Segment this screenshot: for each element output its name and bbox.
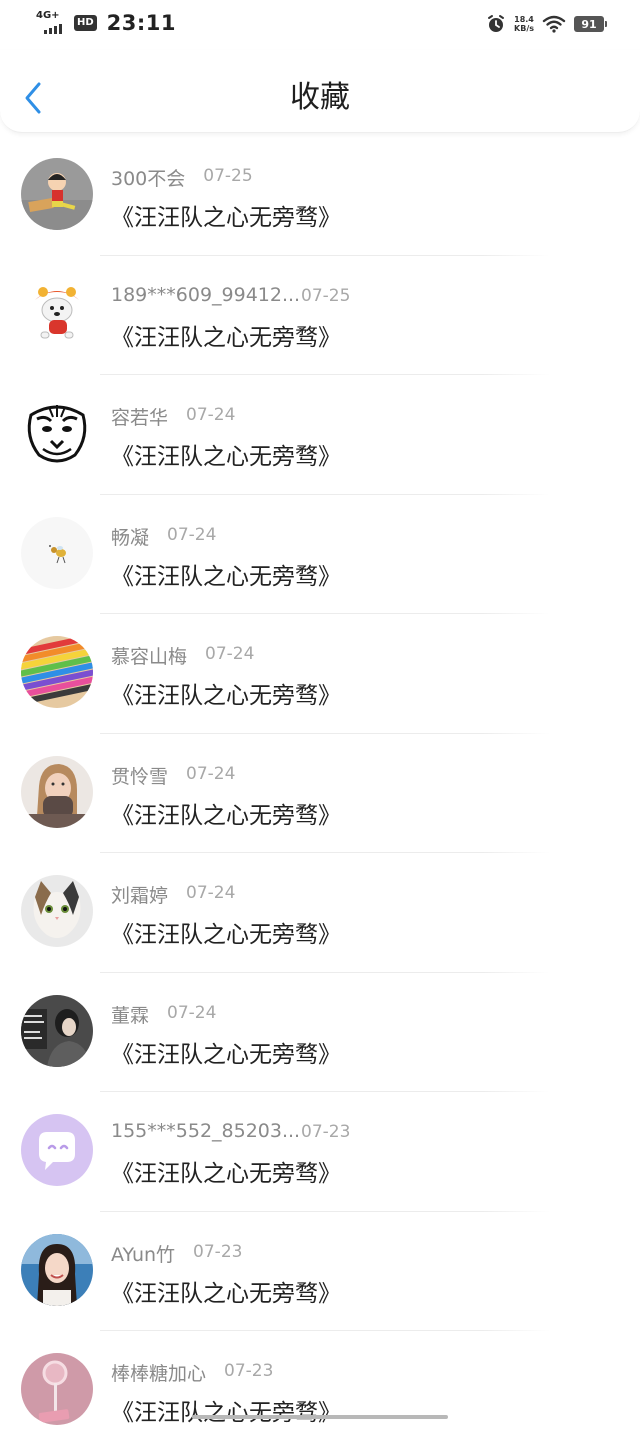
tiny-bee-avatar-icon — [21, 516, 93, 589]
cellular-signal-icon: 4G+ — [36, 10, 66, 36]
username: 300不会 — [111, 168, 186, 190]
item-meta: AYun竹 07-23 — [111, 1240, 242, 1266]
date: 07-23 — [193, 1241, 243, 1262]
date: 07-24 — [186, 763, 236, 784]
avatar[interactable] — [21, 755, 93, 828]
item-meta: 贯怜雪 07-24 — [111, 762, 235, 788]
item-meta: 董霖 07-24 — [111, 1001, 216, 1027]
list-item[interactable]: 慕容山梅 07-24 《汪汪队之心无旁骛》 — [0, 614, 640, 734]
username: 贯怜雪 — [111, 765, 169, 788]
book-title[interactable]: 《汪汪队之心无旁骛》 — [111, 437, 341, 471]
alarm-icon — [488, 15, 505, 32]
smiling-girl-avatar-icon — [21, 1233, 93, 1306]
chat-bubble-avatar-icon — [21, 1114, 93, 1186]
date: 07-24 — [205, 644, 255, 664]
network-speed: 18.4 KB/s — [514, 15, 534, 33]
speed-unit: KB/s — [514, 24, 534, 33]
date: 07-23 — [301, 1122, 351, 1142]
date: 07-25 — [301, 285, 351, 306]
status-bar: 4G+ HD 23:11 18.4 KB/s 91 — [0, 0, 640, 50]
avatar[interactable] — [21, 1353, 93, 1425]
girl-photo-avatar-icon — [21, 755, 93, 828]
clock: 23:11 — [106, 11, 177, 35]
item-meta: 刘霜婷 07-24 — [111, 881, 235, 907]
avatar[interactable] — [21, 1114, 93, 1186]
battery-icon: 91 — [574, 16, 607, 32]
network-type: 4G+ — [36, 10, 60, 21]
puppy-dragon-avatar-icon — [21, 277, 93, 350]
avatar[interactable] — [21, 397, 93, 469]
page-title: 收藏 — [290, 80, 350, 115]
avatar[interactable] — [21, 158, 93, 230]
list-item[interactable]: 容若华 07-24 《汪汪队之心无旁骛》 — [0, 375, 640, 495]
username: 董霖 — [111, 1004, 150, 1027]
username: AYun竹 — [111, 1243, 176, 1266]
cat-avatar-icon — [21, 875, 93, 947]
list-item[interactable]: 棒棒糖加心 07-23 《汪汪队之心无旁骛》 — [0, 1331, 640, 1451]
avatar[interactable] — [21, 994, 93, 1067]
date: 07-24 — [167, 524, 217, 545]
color-pencils-avatar-icon — [21, 636, 93, 708]
date: 07-24 — [167, 1002, 217, 1023]
item-meta: 300不会 07-25 — [111, 164, 253, 190]
book-title[interactable]: 《汪汪队之心无旁骛》 — [111, 796, 341, 830]
date: 07-23 — [224, 1361, 274, 1381]
username: 155***552_85203... — [111, 1120, 301, 1142]
book-title[interactable]: 《汪汪队之心无旁骛》 — [111, 915, 341, 949]
wifi-icon — [542, 15, 566, 33]
book-title[interactable]: 《汪汪队之心无旁骛》 — [111, 1274, 341, 1308]
item-meta: 畅凝 07-24 — [111, 523, 216, 549]
avatar[interactable] — [21, 636, 93, 708]
book-title[interactable]: 《汪汪队之心无旁骛》 — [111, 1154, 341, 1188]
tiger-face-avatar-icon — [21, 397, 93, 469]
avatar[interactable] — [21, 277, 93, 350]
app-header: 收藏 — [0, 50, 640, 133]
battery-level: 91 — [581, 17, 597, 31]
avatar[interactable] — [21, 1233, 93, 1306]
status-left: 4G+ HD 23:11 — [36, 10, 176, 36]
book-title[interactable]: 《汪汪队之心无旁骛》 — [111, 557, 341, 591]
avatar[interactable] — [21, 875, 93, 947]
item-meta: 棒棒糖加心 07-23 — [111, 1359, 273, 1385]
lollipop-avatar-icon — [21, 1353, 93, 1425]
item-meta: 155***552_85203...07-23 — [111, 1120, 350, 1146]
home-indicator[interactable] — [192, 1415, 448, 1419]
item-meta: 189***609_99412...07-25 — [111, 284, 350, 310]
list-item[interactable]: AYun竹 07-23 《汪汪队之心无旁骛》 — [0, 1212, 640, 1331]
item-meta: 慕容山梅 07-24 — [111, 642, 254, 668]
item-meta: 容若华 07-24 — [111, 403, 235, 429]
date: 07-24 — [186, 405, 236, 425]
list-item[interactable]: 155***552_85203...07-23 《汪汪队之心无旁骛》 — [0, 1092, 640, 1212]
hd-icon: HD — [74, 15, 97, 31]
date: 07-24 — [186, 883, 236, 903]
list-item[interactable]: 刘霜婷 07-24 《汪汪队之心无旁骛》 — [0, 853, 640, 973]
list-item[interactable]: 189***609_99412...07-25 《汪汪队之心无旁骛》 — [0, 256, 640, 375]
list-item[interactable]: 畅凝 07-24 《汪汪队之心无旁骛》 — [0, 495, 640, 614]
book-title[interactable]: 《汪汪队之心无旁骛》 — [111, 676, 341, 710]
favorites-list: 300不会 07-25 《汪汪队之心无旁骛》 189***609_99412...… — [0, 136, 640, 1451]
person-sign-avatar-icon — [21, 994, 93, 1067]
avatar[interactable] — [21, 516, 93, 589]
username: 畅凝 — [111, 526, 150, 549]
cartoon-boy-avatar-icon — [21, 158, 93, 230]
date: 07-25 — [203, 166, 253, 186]
book-title[interactable]: 《汪汪队之心无旁骛》 — [111, 1035, 341, 1069]
username: 容若华 — [111, 407, 169, 429]
username: 棒棒糖加心 — [111, 1363, 207, 1385]
list-item[interactable]: 300不会 07-25 《汪汪队之心无旁骛》 — [0, 136, 640, 256]
username: 刘霜婷 — [111, 885, 169, 907]
username: 189***609_99412... — [111, 283, 301, 306]
book-title[interactable]: 《汪汪队之心无旁骛》 — [111, 198, 341, 232]
list-item[interactable]: 贯怜雪 07-24 《汪汪队之心无旁骛》 — [0, 734, 640, 853]
speed-value: 18.4 — [514, 15, 534, 24]
book-title[interactable]: 《汪汪队之心无旁骛》 — [111, 318, 341, 352]
username: 慕容山梅 — [111, 646, 188, 668]
list-item[interactable]: 董霖 07-24 《汪汪队之心无旁骛》 — [0, 973, 640, 1092]
status-right: 18.4 KB/s 91 — [486, 14, 607, 34]
